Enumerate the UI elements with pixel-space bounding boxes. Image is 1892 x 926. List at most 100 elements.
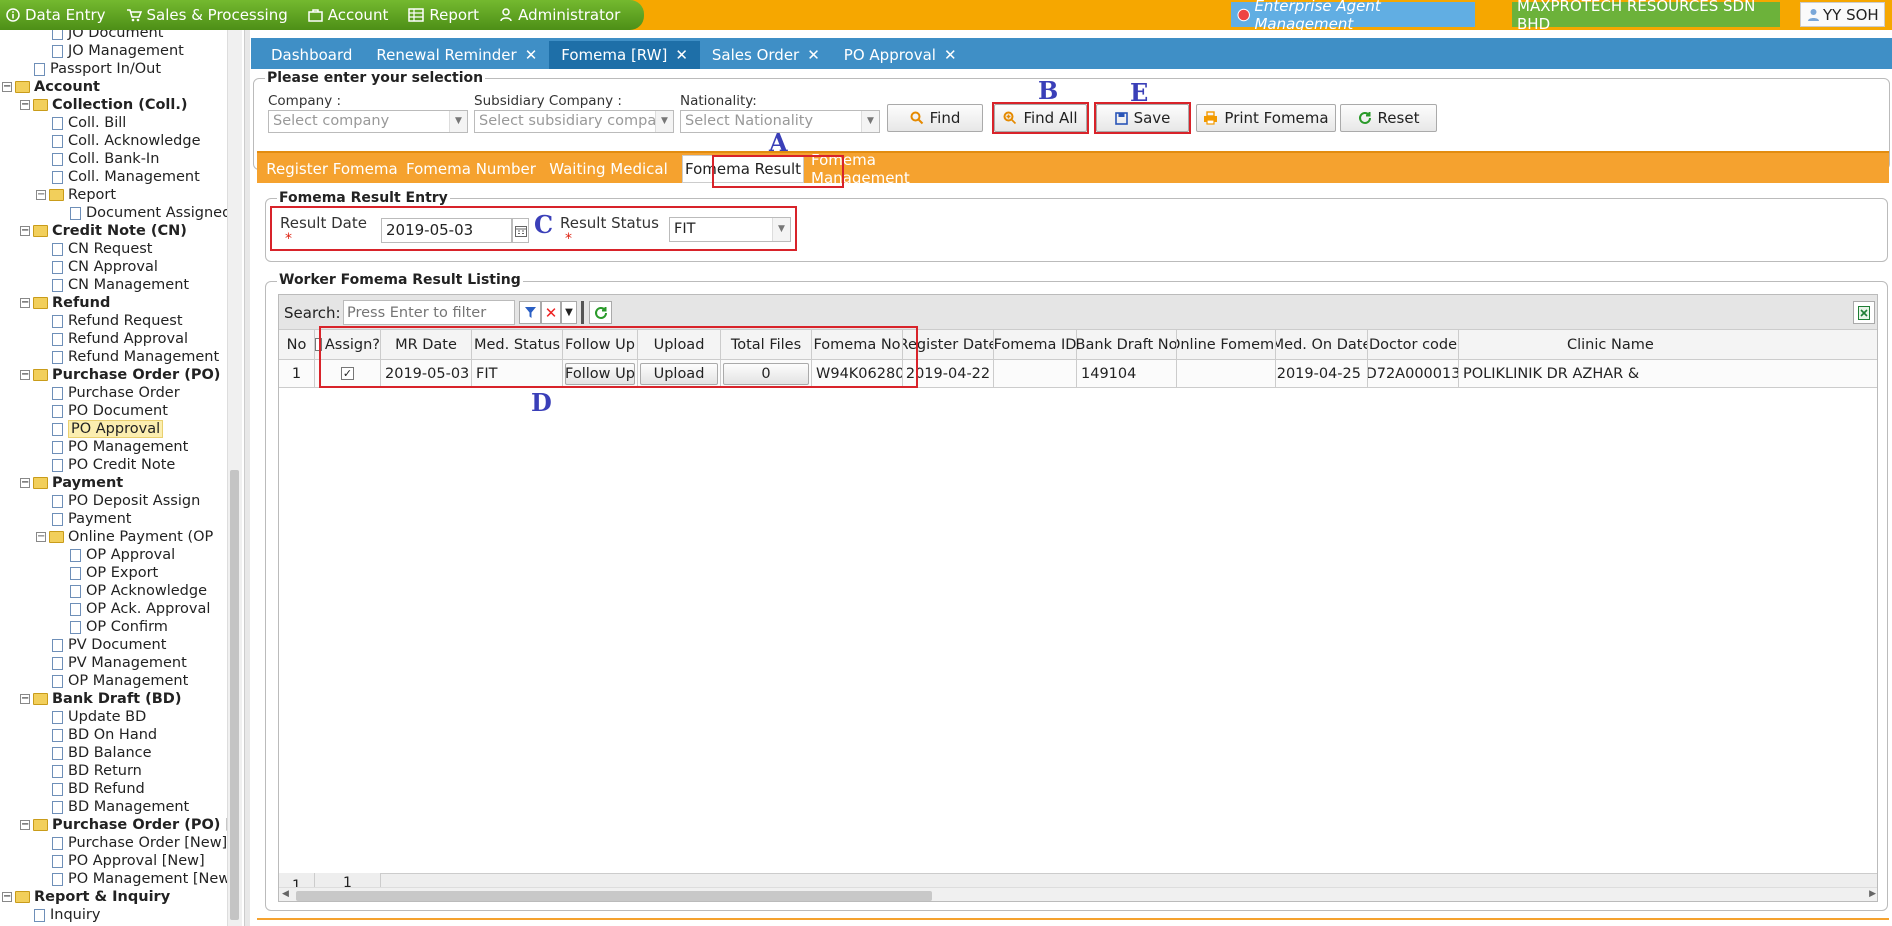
- sidebar-item[interactable]: − Account: [2, 78, 100, 96]
- select-all-checkbox[interactable]: [315, 338, 322, 351]
- sidebar-item[interactable]: Document Assigned: [70, 204, 227, 222]
- sidebar-item[interactable]: OP Ack. Approval: [70, 600, 210, 618]
- sidebar-item[interactable]: OP Confirm: [70, 618, 168, 636]
- close-icon[interactable]: ✕: [944, 46, 957, 64]
- collapse-icon[interactable]: −: [20, 820, 30, 830]
- sidebar-item[interactable]: − Refund: [20, 294, 110, 312]
- sidebar-item[interactable]: − Online Payment (OP: [36, 528, 213, 546]
- menu-data-entry[interactable]: Data Entry: [6, 6, 106, 24]
- menu-report[interactable]: Report: [408, 6, 479, 24]
- menu-account[interactable]: Account: [308, 6, 388, 24]
- sidebar-item[interactable]: − Report & Inquiry: [2, 888, 170, 906]
- sidebar-item[interactable]: PV Management: [52, 654, 187, 672]
- sidebar-item[interactable]: JO Management: [52, 42, 184, 60]
- save-button[interactable]: Save: [1096, 104, 1189, 132]
- col-online-fomema[interactable]: Online Fomema: [1177, 330, 1276, 360]
- sidebar-item[interactable]: − Report: [36, 186, 116, 204]
- follow-up-button[interactable]: Follow Up: [565, 362, 635, 385]
- tab-sales-order[interactable]: Sales Order ✕: [700, 41, 832, 69]
- tab-fomema-rw[interactable]: Fomema [RW] ✕: [549, 41, 700, 69]
- grid-search-input[interactable]: [343, 300, 515, 325]
- company-select[interactable]: Select company ▼: [268, 110, 468, 133]
- col-upload[interactable]: Upload: [638, 330, 721, 360]
- sidebar-item[interactable]: Purchase Order [New]: [52, 834, 227, 852]
- sidebar-item[interactable]: PO Document: [52, 402, 168, 420]
- sidebar-item[interactable]: − Purchase Order (PO): [20, 366, 220, 384]
- sidebar-item[interactable]: OP Approval: [70, 546, 175, 564]
- grid-scroll-thumb[interactable]: [296, 891, 932, 901]
- col-register-date[interactable]: Register Date: [903, 330, 994, 360]
- col-doctor-code[interactable]: Doctor code: [1368, 330, 1459, 360]
- col-assign[interactable]: Assign?: [315, 330, 381, 360]
- col-fomema-no[interactable]: Fomema No: [812, 330, 903, 360]
- col-clinic-name[interactable]: Clinic Name: [1459, 330, 1877, 360]
- upload-button[interactable]: Upload: [640, 362, 718, 385]
- close-icon[interactable]: ✕: [807, 46, 820, 64]
- sidebar-item[interactable]: BD Management: [52, 798, 189, 816]
- sidebar-item[interactable]: PO Management: [52, 438, 188, 456]
- menu-sales-processing[interactable]: Sales & Processing: [126, 6, 288, 24]
- assign-checkbox[interactable]: ✓: [341, 367, 354, 380]
- sidebar-item[interactable]: Coll. Management: [52, 168, 200, 186]
- sidebar-item[interactable]: JO Document: [52, 30, 163, 42]
- sidebar-splitter[interactable]: [244, 30, 250, 926]
- find-button[interactable]: Find: [887, 104, 983, 132]
- sidebar-item[interactable]: OP Export: [70, 564, 158, 582]
- collapse-icon[interactable]: −: [20, 370, 30, 380]
- chevron-down-icon[interactable]: ▼: [861, 111, 879, 132]
- collapse-icon[interactable]: −: [20, 478, 30, 488]
- sidebar-item[interactable]: Coll. Bill: [52, 114, 126, 132]
- sidebar-item[interactable]: Passport In/Out: [34, 60, 161, 78]
- calendar-button[interactable]: [512, 218, 529, 243]
- sidebar-item[interactable]: Refund Request: [52, 312, 183, 330]
- subtab-fomema-number[interactable]: Fomema Number: [404, 155, 538, 183]
- sidebar-scroll-thumb[interactable]: [230, 470, 239, 920]
- cell-assign[interactable]: ✓: [315, 360, 381, 388]
- sidebar-item[interactable]: PO Approval [New]: [52, 852, 205, 870]
- collapse-icon[interactable]: −: [2, 82, 12, 92]
- sidebar-item[interactable]: Purchase Order: [52, 384, 180, 402]
- col-med-on-date[interactable]: Med. On Date: [1276, 330, 1368, 360]
- sidebar-item[interactable]: CN Request: [52, 240, 152, 258]
- sidebar-item[interactable]: BD On Hand: [52, 726, 157, 744]
- sidebar-item[interactable]: − Collection (Coll.): [20, 96, 188, 114]
- sidebar-item[interactable]: PO Deposit Assign: [52, 492, 200, 510]
- sidebar-item[interactable]: Refund Management: [52, 348, 219, 366]
- col-total-files[interactable]: Total Files: [721, 330, 812, 360]
- sidebar-item[interactable]: OP Management: [52, 672, 188, 690]
- close-icon[interactable]: ✕: [675, 46, 688, 64]
- subsidiary-select[interactable]: Select subsidiary compar ▼: [474, 110, 674, 133]
- sidebar-item[interactable]: − Credit Note (CN): [20, 222, 187, 240]
- chevron-down-icon[interactable]: ▼: [655, 111, 673, 132]
- sidebar-item[interactable]: − Payment: [20, 474, 123, 492]
- sidebar-item[interactable]: PO Credit Note: [52, 456, 175, 474]
- filter-dropdown-button[interactable]: ▼: [561, 301, 577, 324]
- scroll-right-icon[interactable]: ▶: [1869, 889, 1876, 899]
- result-status-select[interactable]: FIT ▼: [669, 217, 791, 242]
- sidebar-item[interactable]: PV Document: [52, 636, 166, 654]
- sidebar-item[interactable]: − Purchase Order (PO) [: [20, 816, 227, 834]
- sidebar-item[interactable]: CN Management: [52, 276, 189, 294]
- grid-refresh-button[interactable]: [589, 301, 612, 324]
- tab-po-approval[interactable]: PO Approval ✕: [832, 41, 969, 69]
- menu-administrator[interactable]: Administrator: [499, 6, 620, 24]
- enterprise-agent-link[interactable]: Enterprise Agent Management: [1231, 0, 1475, 33]
- sidebar-item[interactable]: − Bank Draft (BD): [20, 690, 181, 708]
- sidebar-item[interactable]: Payment: [52, 510, 131, 528]
- reset-button[interactable]: Reset: [1340, 104, 1437, 132]
- sidebar-item[interactable]: CN Approval: [52, 258, 158, 276]
- sidebar-item[interactable]: PO Approval: [52, 420, 164, 438]
- collapse-icon[interactable]: −: [20, 298, 30, 308]
- collapse-icon[interactable]: −: [2, 892, 12, 902]
- total-files-button[interactable]: 0: [723, 362, 809, 385]
- collapse-icon[interactable]: −: [20, 100, 30, 110]
- col-fomema-id[interactable]: Fomema ID: [994, 330, 1077, 360]
- col-no[interactable]: No: [279, 330, 315, 360]
- col-mr-date[interactable]: MR Date: [381, 330, 472, 360]
- sidebar-item[interactable]: Refund Approval: [52, 330, 188, 348]
- chevron-down-icon[interactable]: ▼: [772, 218, 790, 241]
- collapse-icon[interactable]: −: [36, 532, 46, 542]
- chevron-down-icon[interactable]: ▼: [449, 111, 467, 132]
- user-menu[interactable]: YY SOH: [1800, 2, 1885, 27]
- sidebar-item[interactable]: BD Return: [52, 762, 142, 780]
